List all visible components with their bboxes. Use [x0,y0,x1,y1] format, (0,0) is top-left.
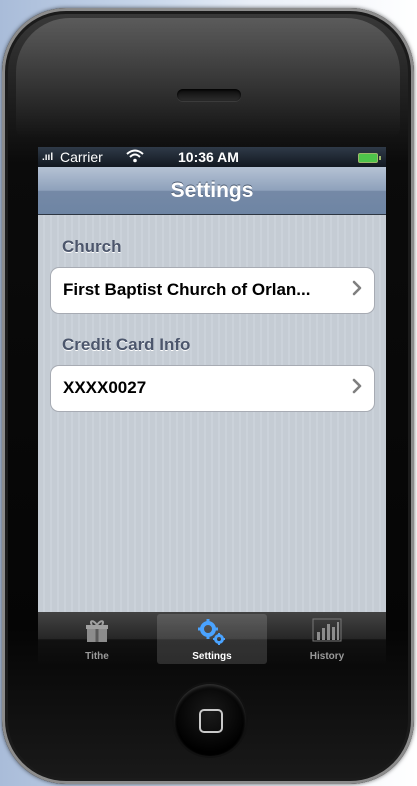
section-header-church: Church [62,237,122,256]
chevron-right-icon [352,377,362,400]
phone-screen: .ııl Carrier 10:36 AM Settings Church Fi… [38,147,386,666]
wifi-icon [126,149,144,166]
gift-icon [42,618,152,650]
settings-table: Church First Baptist Church of Orlan... … [38,215,386,612]
church-cell[interactable]: First Baptist Church of Orlan... [50,267,375,314]
credit-card-cell[interactable]: XXXX0027 [50,365,375,412]
carrier-label: Carrier [60,149,103,165]
tab-settings-label: Settings [192,651,232,662]
navigation-bar: Settings [38,167,386,215]
tab-history[interactable]: History [272,614,382,664]
battery-icon [358,153,381,163]
gears-icon [157,618,267,652]
earpiece-speaker [177,89,241,101]
tab-settings[interactable]: Settings [157,614,267,664]
tab-history-label: History [309,651,345,662]
section-header-credit-card: Credit Card Info [62,335,191,354]
church-name: First Baptist Church of Orlan... [63,280,311,299]
credit-card-number: XXXX0027 [63,378,147,397]
status-bar: .ııl Carrier 10:36 AM [38,147,386,167]
home-square-icon [199,709,223,733]
signal-strength-icon: .ııl [42,152,54,163]
tab-tithe[interactable]: Tithe [42,614,152,664]
status-time: 10:36 AM [178,149,239,165]
bar-chart-icon [272,618,382,648]
tab-bar: Tithe Settings History [38,612,386,666]
page-title: Settings [170,179,254,202]
home-button[interactable] [174,684,246,756]
chevron-right-icon [352,279,362,302]
tab-tithe-label: Tithe [85,651,109,662]
phone-glass-shine [16,18,400,138]
